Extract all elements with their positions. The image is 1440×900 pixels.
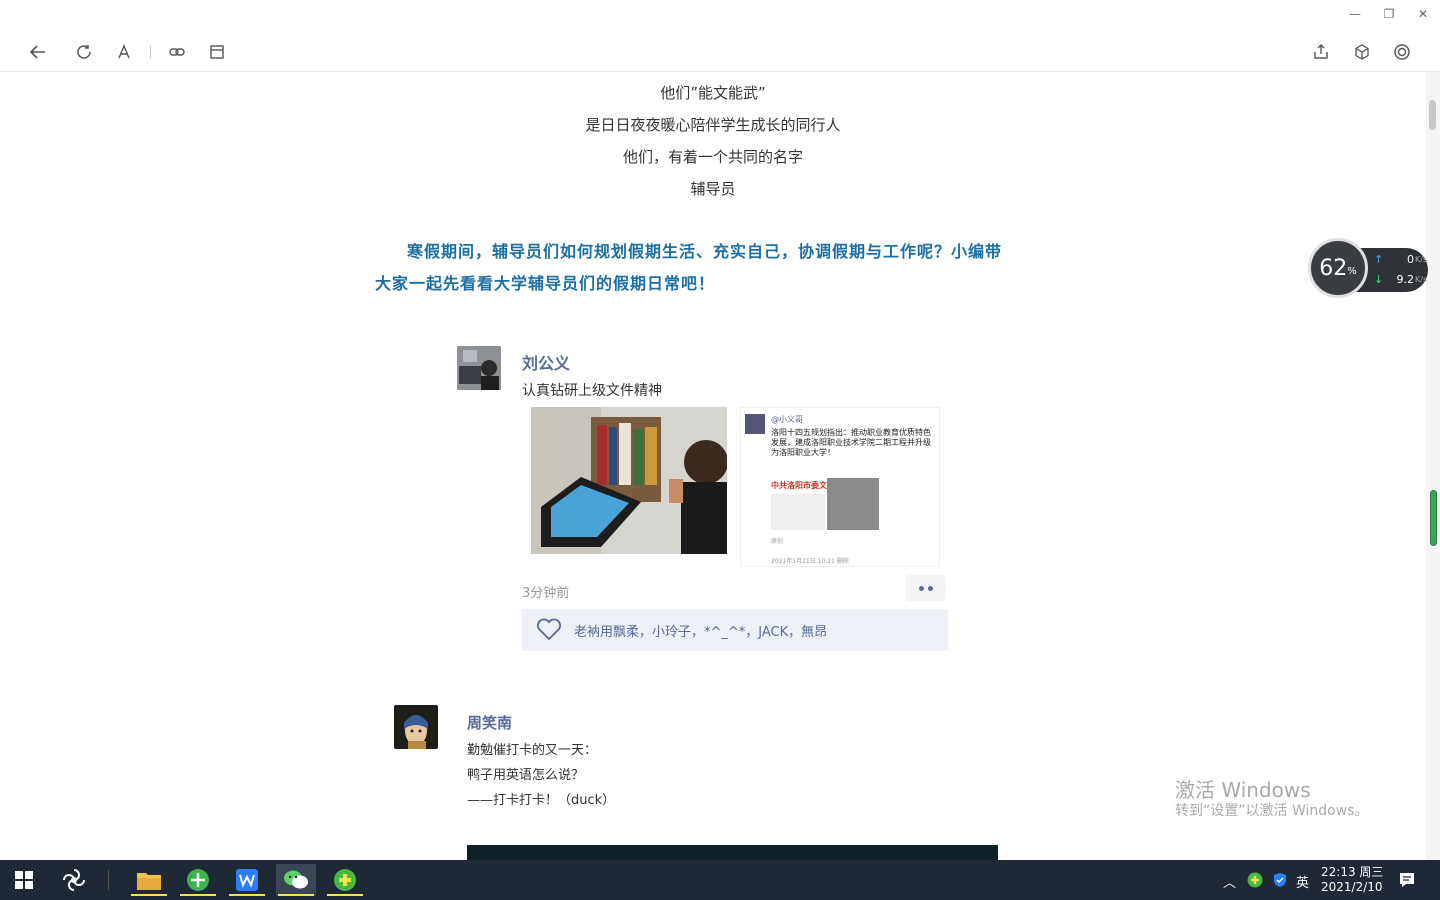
- post-text: 认真钻研上级文件精神: [522, 383, 662, 399]
- target-icon[interactable]: [1390, 40, 1414, 64]
- memory-percent: 62: [1319, 255, 1348, 281]
- toolbar: [0, 32, 1440, 72]
- back-icon[interactable]: [26, 40, 50, 64]
- restore-button[interactable]: ❐: [1377, 4, 1401, 24]
- upload-unit: K/s: [1415, 255, 1428, 264]
- article-line: 他们”能文能武”: [660, 84, 766, 102]
- fan-app-icon[interactable]: [54, 864, 94, 896]
- taskbar-separator: [108, 870, 109, 890]
- security-app-icon[interactable]: [325, 864, 365, 896]
- likes-list[interactable]: 老衲用飘柔，小玲子，*^_^*，JACK，無昂: [574, 621, 827, 640]
- activate-windows-title: 激活 Windows: [1175, 778, 1311, 802]
- notification-icon[interactable]: [1398, 871, 1416, 893]
- article-line: 是日日夜夜暖心陪伴学生成长的同行人: [585, 116, 841, 134]
- article-line: 辅导员: [690, 180, 736, 198]
- memory-percent-unit: %: [1347, 265, 1357, 277]
- activate-windows-subtitle: 转到“设置”以激活 Windows。: [1175, 803, 1369, 819]
- toolbar-separator: [150, 45, 151, 59]
- download-speed: 9.2: [1396, 273, 1415, 286]
- upload-arrow-icon: ↑: [1374, 253, 1384, 266]
- font-icon[interactable]: [112, 40, 136, 64]
- download-unit: K/s: [1415, 275, 1428, 284]
- screenshot-misc: 原创: [771, 538, 784, 545]
- document-image: [771, 494, 825, 530]
- post-text: 鸭子用英语怎么说？: [467, 768, 585, 783]
- post-time: 3分钟前: [522, 586, 570, 601]
- post-text: 勤勉催打卡的又一天：: [467, 743, 598, 758]
- screenshot-user: @小义哥: [771, 415, 803, 424]
- cube-icon[interactable]: [1350, 40, 1374, 64]
- taskbar: ︿ 英 22:13 周三 2021/2/10: [0, 860, 1440, 900]
- scrollbar[interactable]: [1426, 72, 1440, 860]
- screenshot-time: 2021年1月21日 10:21 删除: [771, 558, 849, 565]
- document-image: [827, 478, 879, 530]
- more-options-button[interactable]: [906, 575, 946, 601]
- screenshot-doc-title: 中共洛阳市委文件: [771, 481, 835, 490]
- share-icon[interactable]: [1309, 40, 1333, 64]
- memory-usage-circle[interactable]: 62%: [1308, 238, 1368, 298]
- close-button[interactable]: ✕: [1411, 4, 1435, 24]
- refresh-icon[interactable]: [72, 40, 96, 64]
- window-icon[interactable]: [205, 40, 229, 64]
- article-line: 他们，有着一个共同的名字: [622, 148, 803, 166]
- ime-indicator[interactable]: 英: [1296, 872, 1309, 891]
- shield-icon[interactable]: [1272, 872, 1288, 892]
- post-text: ——打卡打卡！（duck）: [467, 793, 616, 808]
- file-explorer-icon[interactable]: [129, 864, 169, 896]
- scrollbar-thumb[interactable]: [1429, 100, 1436, 130]
- avatar[interactable]: [457, 346, 501, 390]
- browser-icon[interactable]: [178, 864, 218, 896]
- wechat-icon[interactable]: [276, 864, 316, 896]
- highlight-line-1: 寒假期间，辅导员们如何规划假期生活、充实自己，协调假期与工作呢？小编带: [407, 242, 1003, 261]
- heart-icon[interactable]: [536, 617, 562, 645]
- post-author[interactable]: 刘公义: [522, 350, 570, 374]
- security-tray-icon[interactable]: [1247, 872, 1263, 892]
- download-arrow-icon: ↓: [1374, 273, 1384, 286]
- start-windows-icon[interactable]: [4, 864, 44, 896]
- article-content: 他们”能文能武” 是日日夜夜暖心陪伴学生成长的同行人 他们，有着一个共同的名字 …: [0, 72, 1426, 860]
- wps-office-icon[interactable]: [227, 864, 267, 896]
- likes-box: 老衲用飘柔，小玲子，*^_^*，JACK，無昂: [522, 609, 948, 651]
- screenshot-text: 洛阳十四五规划指出：推动职业教育优质特色发展，建成洛阳职业技术学院二期工程并升级…: [771, 428, 931, 457]
- side-handle[interactable]: [1430, 490, 1437, 546]
- clock-time[interactable]: 22:13 周三: [1321, 863, 1383, 880]
- network-speed-widget[interactable]: ↑ 0 K/s ↓ 9.2 K/s 62%: [1308, 238, 1428, 300]
- minimize-button[interactable]: —: [1343, 4, 1367, 24]
- upload-speed: 0: [1407, 253, 1414, 266]
- chevron-up-icon[interactable]: ︿: [1223, 872, 1236, 891]
- title-bar: — ❐ ✕: [0, 0, 1440, 28]
- highlight-line-2: 大家一起先看看大学辅导员们的假期日常吧！: [375, 274, 716, 293]
- avatar[interactable]: [394, 705, 438, 749]
- clock-date[interactable]: 2021/2/10: [1321, 880, 1383, 894]
- link-icon[interactable]: [165, 40, 189, 64]
- post-author[interactable]: 周笑南: [467, 712, 512, 733]
- post-screenshot[interactable]: @小义哥 洛阳十四五规划指出：推动职业教育优质特色发展，建成洛阳职业技术学院二期…: [740, 407, 940, 567]
- post-photo[interactable]: [467, 845, 998, 860]
- post-photo[interactable]: [531, 407, 727, 554]
